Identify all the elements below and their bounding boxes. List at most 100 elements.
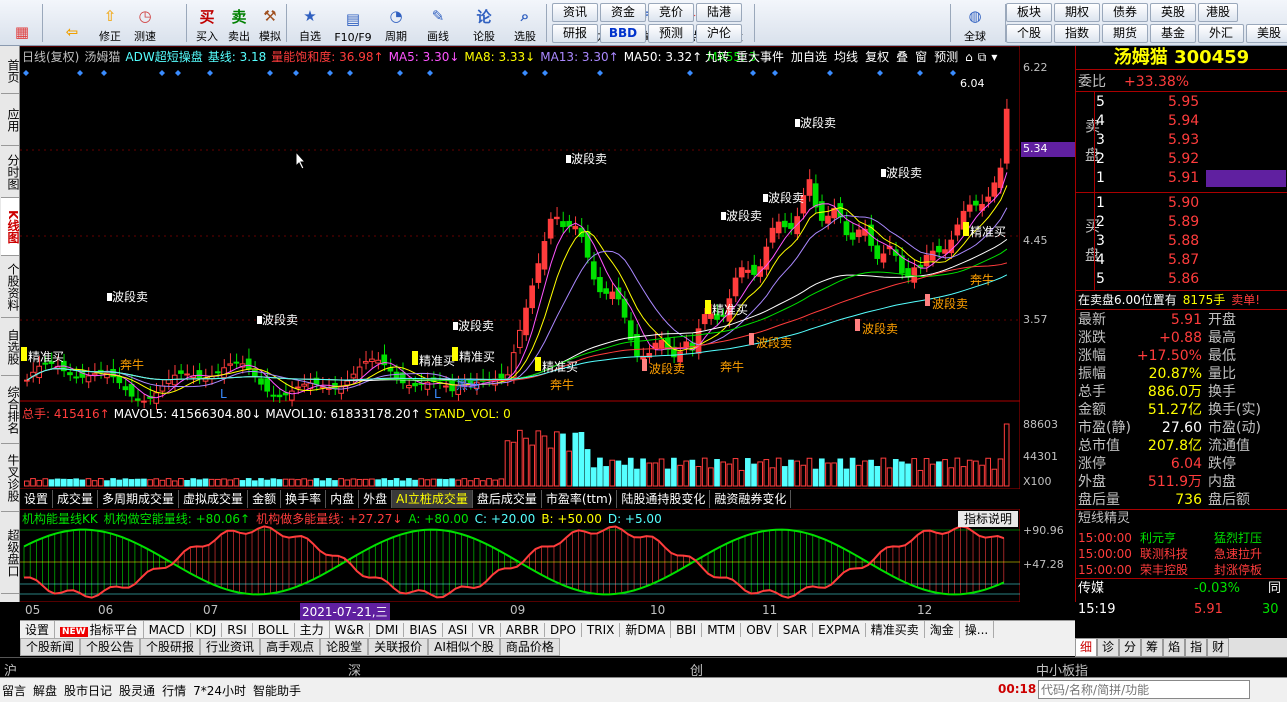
quick-button-0[interactable]: 资讯 [552, 3, 598, 22]
toolbar-button-11[interactable]: 论论股 [466, 2, 502, 44]
quick-button-12[interactable]: 港股 [1198, 3, 1238, 22]
status-item[interactable]: 留言 [2, 682, 26, 699]
volume-sub-tab[interactable]: 外盘 [359, 490, 393, 508]
lock-icon[interactable]: ⌂ [965, 50, 973, 64]
volume-sub-tab[interactable]: 陆股通持股变化 [617, 490, 711, 508]
quick-button-1[interactable]: 资金 [600, 3, 646, 22]
volume-sub-tab[interactable]: 换手率 [281, 490, 327, 508]
quick-button-5[interactable]: BBD [600, 24, 646, 43]
indicator-tab[interactable]: EXPMA [813, 622, 866, 637]
quick-button-8[interactable]: 板块 [1006, 3, 1052, 22]
quick-button-14[interactable]: 指数 [1054, 24, 1100, 43]
chart-menu-item[interactable]: 加自选 [791, 50, 827, 64]
status-item[interactable]: 股市日记 [64, 682, 112, 699]
toolbar-button-12[interactable]: ⌕ 选股 [506, 2, 544, 44]
volume-sub-tab[interactable]: 虚拟成交量 [179, 490, 249, 508]
sell-level[interactable]: 2 5.92 [1096, 150, 1286, 168]
quick-button-15[interactable]: 期货 [1102, 24, 1148, 43]
volume-sub-tab[interactable]: 内盘 [326, 490, 360, 508]
buy-level[interactable]: 2 5.89 [1096, 213, 1286, 231]
toolbar-button-7[interactable]: ★ 自选 [292, 2, 328, 44]
quick-button-7[interactable]: 沪伦 [696, 24, 742, 43]
volume-sub-tab[interactable]: 融资融券变化 [710, 490, 792, 508]
left-tab-2[interactable]: 分时图 [1, 146, 20, 198]
volume-sub-tab[interactable]: 设置 [20, 490, 54, 508]
indicator-tab[interactable]: BOLL [253, 622, 295, 637]
quote-tab[interactable]: 财 [1207, 638, 1230, 657]
indicator-tab[interactable]: SAR [778, 622, 814, 637]
info-tab[interactable]: 关联报价 [368, 638, 429, 656]
quote-tab[interactable]: 诊 [1097, 638, 1120, 657]
left-tab-1[interactable]: 应用 [1, 94, 20, 146]
toolbar-button-8[interactable]: ▤ F10/F9 [332, 2, 374, 44]
left-tab-7[interactable]: 牛叉诊股 [1, 444, 20, 512]
quick-button-9[interactable]: 期权 [1054, 3, 1100, 22]
indicator-tab[interactable]: DPO [545, 622, 582, 637]
buy-level[interactable]: 4 5.87 [1096, 251, 1286, 269]
indicator-tab[interactable]: ASI [443, 622, 474, 637]
indicator-tab[interactable]: DMI [370, 622, 405, 637]
chart-menu-item[interactable]: 预测 [934, 50, 958, 64]
quote-tab[interactable]: 细 [1075, 638, 1098, 657]
maximize-icon[interactable]: ⧉ [978, 50, 987, 64]
status-item[interactable]: 解盘 [33, 682, 57, 699]
chart-menu-item[interactable]: 复权 [865, 50, 889, 64]
indicator-tab[interactable]: 新DMA [620, 621, 672, 638]
info-tab[interactable]: 个股新闻 [20, 638, 81, 656]
volume-sub-tab[interactable]: 市盈率(ttm) [542, 490, 618, 508]
info-tab[interactable]: 行业资讯 [200, 638, 261, 656]
quick-button-10[interactable]: 债券 [1102, 3, 1148, 22]
kline-chart[interactable]: 波段卖波段卖 波段卖波段卖波段卖波段卖波段卖波段卖精准买 精准买 精准买精准买精准买精… [20, 46, 1020, 622]
indicator-tab[interactable]: RSI [222, 622, 253, 637]
quick-button-16[interactable]: 基金 [1150, 24, 1196, 43]
left-tab-3[interactable]: K线图 [1, 198, 20, 256]
toolbar-button-3[interactable]: ◷ 测速 [128, 2, 162, 44]
indicator-tab[interactable]: 精准买卖 [866, 621, 925, 638]
quick-button-4[interactable]: 研报 [552, 24, 598, 43]
chevron-down-icon[interactable]: ▾ [991, 50, 997, 64]
quick-button-6[interactable]: 预测 [648, 24, 694, 43]
toolbar-button-0[interactable]: ▦ [6, 2, 38, 44]
indicator-tab[interactable]: MTM [702, 622, 742, 637]
left-tab-0[interactable]: 首页 [1, 48, 20, 94]
quote-tab[interactable]: 筹 [1141, 638, 1164, 657]
quick-button-11[interactable]: 英股 [1150, 3, 1196, 22]
sell-level[interactable]: 1 5.91 [1096, 169, 1286, 187]
status-item[interactable]: 股灵通 [119, 682, 155, 699]
toolbar-button-10[interactable]: ✎ 画线 [420, 2, 456, 44]
quick-button-3[interactable]: 陆港 [696, 3, 742, 22]
sell-level[interactable]: 4 5.94 [1096, 112, 1286, 130]
sell-level[interactable]: 5 5.95 [1096, 93, 1286, 111]
indicator-tab[interactable]: 操... [960, 621, 995, 638]
toolbar-button-5[interactable]: 卖卖出 [224, 2, 254, 44]
quote-tab[interactable]: 分 [1119, 638, 1142, 657]
chart-menu-item[interactable]: 窗 [915, 50, 927, 64]
indicator-help-button[interactable]: 指标说明 [958, 511, 1018, 527]
toolbar-button-2[interactable]: ⇧ 修正 [93, 2, 127, 44]
info-tab[interactable]: 商品价格 [499, 638, 560, 656]
quick-button-2[interactable]: 竞价 [648, 3, 694, 22]
quote-tab[interactable]: 焰 [1163, 638, 1186, 657]
left-tab-5[interactable]: 自选股 [1, 318, 20, 376]
indicator-tab[interactable]: BIAS [404, 622, 443, 637]
info-tab[interactable]: 个股公告 [80, 638, 141, 656]
chart-area[interactable]: 波段卖 波段卖 波段卖 波段卖 波段卖 波段卖 波段卖 波段卖 精准买 精准买 精准买 精准买 精准买精… [20, 46, 1075, 622]
status-item[interactable]: 行情 [162, 682, 186, 699]
indicator-tab[interactable]: 设置 [20, 621, 56, 638]
indicator-tab[interactable]: OBV [741, 622, 778, 637]
status-item[interactable]: 智能助手 [253, 682, 301, 699]
left-tab-8[interactable]: 超级盘口 [1, 512, 20, 594]
info-tab[interactable]: 高手观点 [260, 638, 321, 656]
toolbar-button-1[interactable]: ⇦ [56, 2, 88, 44]
info-tab[interactable]: 个股研报 [140, 638, 201, 656]
code-search-input[interactable] [1038, 680, 1250, 699]
info-tab[interactable]: 论股堂 [320, 638, 369, 656]
chart-menu-item[interactable]: 均线 [834, 50, 858, 64]
quick-button-18[interactable]: 美股 [1246, 24, 1287, 43]
toolbar-button-18[interactable]: ◍ 全球 [955, 2, 995, 44]
indicator-tab[interactable]: 淘金 [925, 621, 960, 638]
volume-sub-tab[interactable]: 成交量 [53, 490, 99, 508]
buy-level[interactable]: 5 5.86 [1096, 270, 1286, 288]
quick-button-17[interactable]: 外汇 [1198, 24, 1244, 43]
chart-menu-item[interactable]: 九转 [705, 50, 729, 64]
